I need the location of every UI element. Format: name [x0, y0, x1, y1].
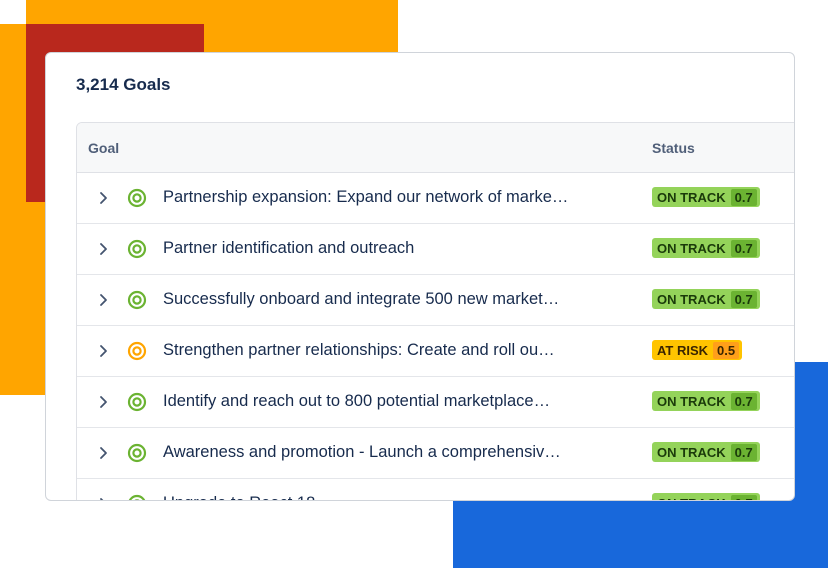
status-badge: ON TRACK 0.7: [652, 391, 760, 411]
target-icon: [127, 443, 147, 463]
status-score: 0.5: [713, 341, 740, 359]
goals-table: Goal Status Partnership expansion: Expan…: [76, 122, 794, 501]
status-score: 0.7: [730, 239, 757, 257]
goal-name[interactable]: Partnership expansion: Expand our networ…: [163, 188, 568, 207]
status-badge: ON TRACK 0.7: [652, 187, 760, 207]
goals-card: 3,214 Goals Goal Status Partnership expa…: [45, 52, 795, 501]
status-badge: ON TRACK 0.7: [652, 289, 760, 309]
table-header: Goal Status: [77, 123, 794, 173]
chevron-right-icon[interactable]: [95, 445, 111, 461]
table-row[interactable]: Upgrade to React 18 ON TRACK 0.7: [77, 479, 794, 501]
chevron-right-icon[interactable]: [95, 343, 111, 359]
column-header-status[interactable]: Status: [652, 140, 695, 156]
status-label: AT RISK: [657, 342, 709, 358]
chevron-right-icon[interactable]: [95, 190, 111, 206]
status-label: ON TRACK: [657, 240, 726, 256]
target-icon: [127, 341, 147, 361]
chevron-right-icon[interactable]: [95, 496, 111, 500]
chevron-right-icon[interactable]: [95, 394, 111, 410]
status-label: ON TRACK: [657, 496, 726, 501]
goal-name[interactable]: Strengthen partner relationships: Create…: [163, 341, 555, 360]
status-score: 0.7: [730, 494, 757, 500]
table-row[interactable]: Strengthen partner relationships: Create…: [77, 326, 794, 377]
goal-name[interactable]: Successfully onboard and integrate 500 n…: [163, 290, 559, 309]
status-label: ON TRACK: [657, 189, 726, 205]
status-label: ON TRACK: [657, 444, 726, 460]
status-badge: AT RISK 0.5: [652, 340, 743, 360]
column-header-goal[interactable]: Goal: [88, 140, 119, 156]
table-row[interactable]: Partnership expansion: Expand our networ…: [77, 173, 794, 224]
status-badge: ON TRACK 0.7: [652, 442, 760, 462]
target-icon: [127, 494, 147, 500]
status-score: 0.7: [730, 188, 757, 206]
target-icon: [127, 239, 147, 259]
goal-name[interactable]: Upgrade to React 18: [163, 494, 315, 500]
goal-name[interactable]: Awareness and promotion - Launch a compr…: [163, 443, 561, 462]
table-row[interactable]: Identify and reach out to 800 potential …: [77, 377, 794, 428]
goal-name[interactable]: Partner identification and outreach: [163, 239, 414, 258]
table-row[interactable]: Successfully onboard and integrate 500 n…: [77, 275, 794, 326]
status-score: 0.7: [730, 443, 757, 461]
status-label: ON TRACK: [657, 393, 726, 409]
status-badge: ON TRACK 0.7: [652, 493, 760, 501]
table-row[interactable]: Partner identification and outreach ON T…: [77, 224, 794, 275]
status-score: 0.7: [730, 392, 757, 410]
chevron-right-icon[interactable]: [95, 241, 111, 257]
table-row[interactable]: Awareness and promotion - Launch a compr…: [77, 428, 794, 479]
decorative-corner: [0, 0, 26, 24]
goal-name[interactable]: Identify and reach out to 800 potential …: [163, 392, 550, 411]
target-icon: [127, 290, 147, 310]
status-label: ON TRACK: [657, 291, 726, 307]
goals-count-title: 3,214 Goals: [76, 75, 171, 94]
table-body: Partnership expansion: Expand our networ…: [77, 173, 794, 501]
chevron-right-icon[interactable]: [95, 292, 111, 308]
status-score: 0.7: [730, 290, 757, 308]
target-icon: [127, 392, 147, 412]
target-icon: [127, 188, 147, 208]
status-badge: ON TRACK 0.7: [652, 238, 760, 258]
